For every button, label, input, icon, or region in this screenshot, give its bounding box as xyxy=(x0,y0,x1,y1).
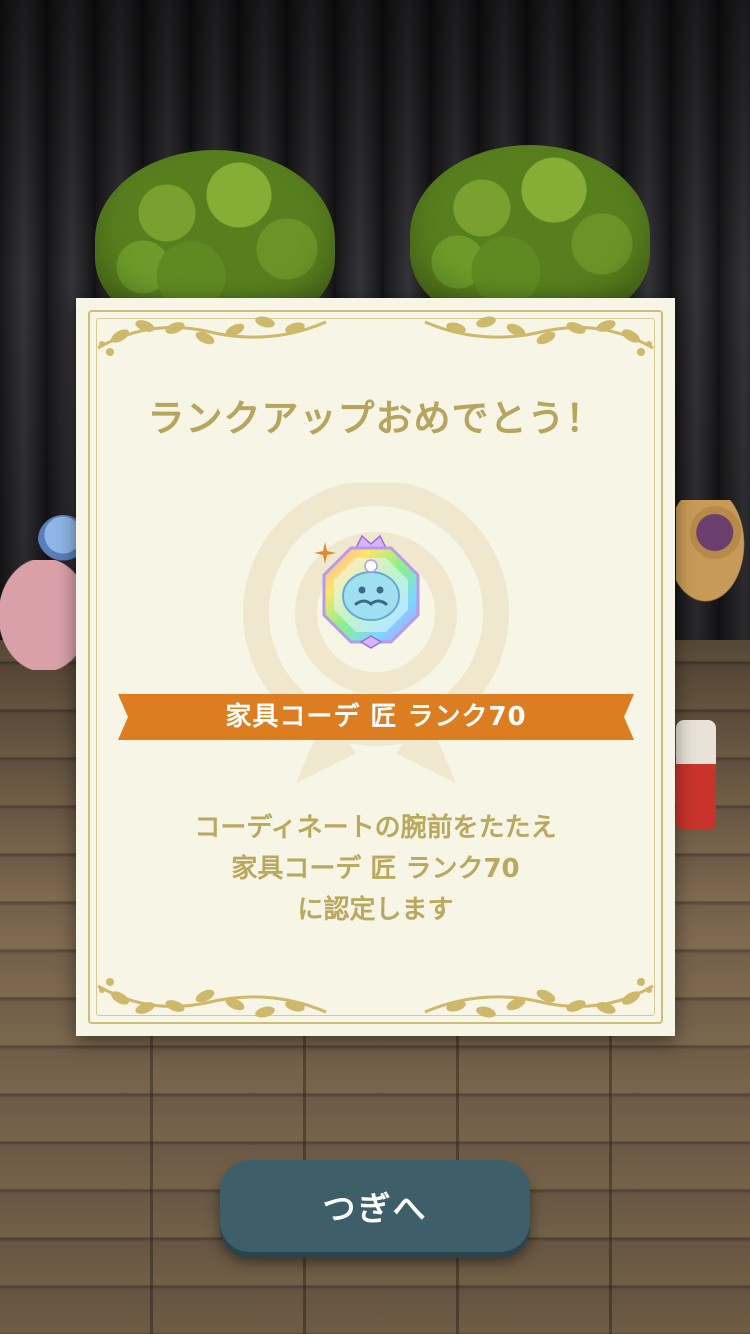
message-line: 家具コーデ 匠 ランク70 xyxy=(231,854,520,884)
vine-ornament-icon xyxy=(424,978,654,1018)
next-button[interactable]: つぎへ xyxy=(220,1160,530,1252)
rank-up-dialog: ランクアップおめでとう！ 家具コーデ 匠 ランク70 コーディネートの腕前をたた… xyxy=(76,298,675,1036)
rank-label: 家具コーデ 匠 ランク70 xyxy=(225,702,527,732)
vine-ornament-icon xyxy=(97,316,327,356)
vine-ornament-icon xyxy=(97,978,327,1018)
vine-ornament-icon xyxy=(424,316,654,356)
rainbow-rank-medal-icon xyxy=(322,534,420,649)
dialog-title: ランクアップおめでとう！ xyxy=(147,397,604,440)
left-character xyxy=(0,560,80,670)
message-line: に認定します xyxy=(297,895,454,925)
congrats-message: コーディネートの腕前をたたえ 家具コーデ 匠 ランク70 に認定します xyxy=(76,808,675,931)
message-line: コーディネートの腕前をたたえ xyxy=(194,813,557,843)
